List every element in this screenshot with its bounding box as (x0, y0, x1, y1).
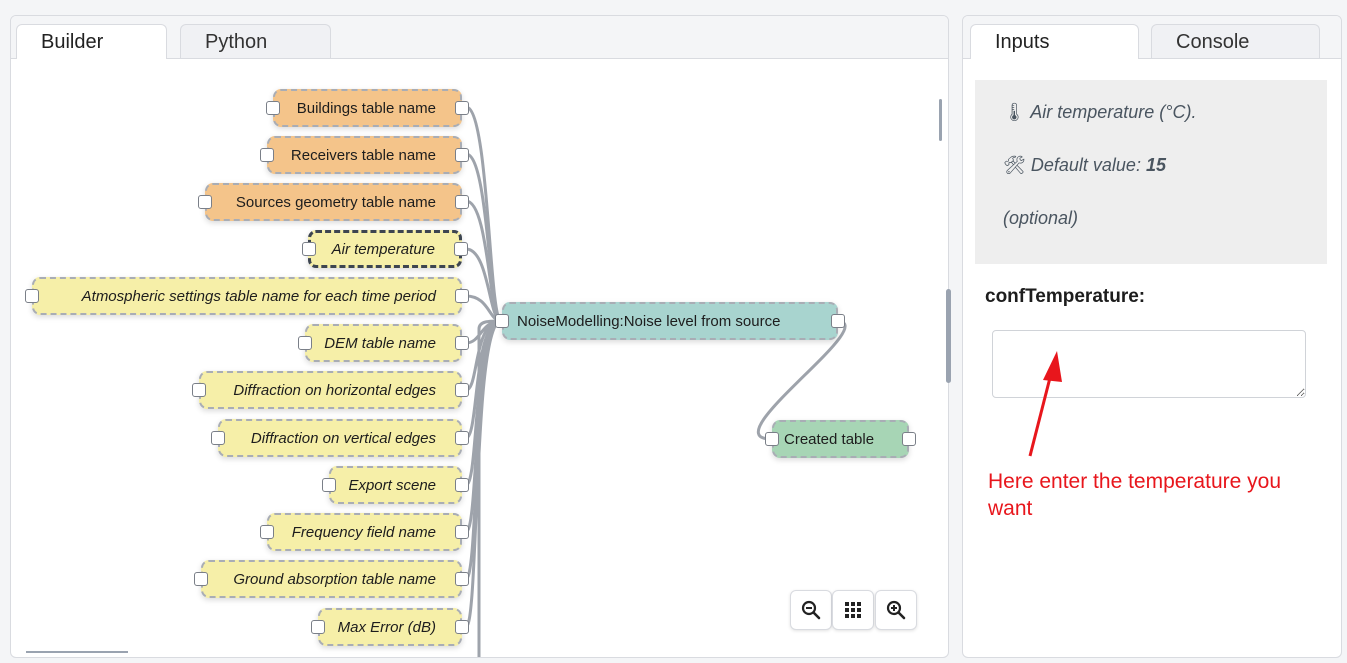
node-label: Max Error (dB) (337, 618, 436, 636)
node-dem-table[interactable]: DEM table name (298, 324, 469, 362)
zoom-in-icon (886, 600, 906, 620)
node-label: Diffraction on horizontal edges (233, 381, 436, 399)
node-label: Atmospheric settings table name for each… (81, 287, 436, 305)
grid-icon (845, 602, 861, 618)
left-tabbar: Builder Python (11, 16, 948, 59)
builder-panel: Builder Python Buildings table name Rece… (10, 15, 949, 658)
node-label: DEM table name (324, 334, 436, 352)
output-port[interactable] (455, 148, 469, 162)
output-port[interactable] (455, 383, 469, 397)
input-port[interactable] (198, 195, 212, 209)
input-port[interactable] (266, 101, 280, 115)
output-port[interactable] (902, 432, 916, 446)
fit-grid-button[interactable] (832, 590, 874, 630)
tab-builder[interactable]: Builder (16, 24, 167, 59)
node-diffraction-vertical[interactable]: Diffraction on vertical edges (211, 419, 469, 457)
output-port[interactable] (455, 101, 469, 115)
node-buildings-table[interactable]: Buildings table name (266, 89, 469, 127)
zoom-out-button[interactable] (790, 590, 832, 630)
tab-python[interactable]: Python (180, 24, 331, 58)
input-port[interactable] (260, 148, 274, 162)
panel-splitter[interactable] (946, 289, 951, 383)
connection-wires (464, 105, 847, 657)
node-label: Diffraction on vertical edges (250, 429, 436, 447)
node-sources-geometry-table[interactable]: Sources geometry table name (198, 183, 469, 221)
annotation-text: Here enter the temperature you want (988, 470, 1281, 520)
output-port[interactable] (455, 620, 469, 634)
output-port[interactable] (454, 242, 468, 256)
node-label: Receivers table name (290, 146, 436, 164)
input-port[interactable] (311, 620, 325, 634)
output-port[interactable] (455, 478, 469, 492)
node-label: Air temperature (331, 240, 435, 258)
node-label: Buildings table name (296, 99, 436, 117)
input-port[interactable] (25, 289, 39, 303)
zoom-out-icon (801, 600, 821, 620)
input-port[interactable] (302, 242, 316, 256)
node-receivers-table[interactable]: Receivers table name (260, 136, 469, 174)
node-export-scene[interactable]: Export scene (322, 466, 469, 504)
vertical-scrollbar[interactable] (939, 99, 942, 141)
input-port[interactable] (194, 572, 208, 586)
node-created-table[interactable]: Created table (765, 420, 916, 458)
zoom-in-button[interactable] (875, 590, 917, 630)
node-label: Sources geometry table name (235, 193, 436, 211)
output-port[interactable] (455, 431, 469, 445)
output-port[interactable] (831, 314, 845, 328)
input-port[interactable] (495, 314, 509, 328)
input-port[interactable] (192, 383, 206, 397)
node-air-temperature[interactable]: Air temperature (302, 230, 468, 268)
node-ground-absorption[interactable]: Ground absorption table name (194, 560, 469, 598)
node-label: Frequency field name (291, 523, 436, 541)
output-port[interactable] (455, 525, 469, 539)
input-port[interactable] (765, 432, 779, 446)
node-label: NoiseModelling:Noise level from source (517, 312, 781, 330)
node-label: Ground absorption table name (233, 570, 436, 588)
output-port[interactable] (455, 572, 469, 586)
output-port[interactable] (455, 195, 469, 209)
inputs-panel: Inputs Console 🌡 Air temperature (°C). 🛠… (962, 15, 1342, 658)
node-label: Created table (784, 430, 875, 448)
node-diffraction-horizontal[interactable]: Diffraction on horizontal edges (192, 371, 469, 409)
workflow-canvas[interactable]: Buildings table name Receivers table nam… (11, 59, 948, 657)
output-port[interactable] (455, 336, 469, 350)
input-port[interactable] (298, 336, 312, 350)
input-port[interactable] (260, 525, 274, 539)
node-atmospheric-settings[interactable]: Atmospheric settings table name for each… (25, 277, 469, 315)
horizontal-scrollbar[interactable] (26, 651, 128, 653)
node-label: Export scene (348, 476, 436, 494)
output-port[interactable] (455, 289, 469, 303)
input-port[interactable] (211, 431, 225, 445)
node-noise-level-from-source[interactable]: NoiseModelling:Noise level from source (495, 302, 845, 340)
node-max-error[interactable]: Max Error (dB) (311, 608, 469, 646)
node-frequency-field[interactable]: Frequency field name (260, 513, 469, 551)
annotation-arrow (1028, 351, 1062, 457)
input-port[interactable] (322, 478, 336, 492)
